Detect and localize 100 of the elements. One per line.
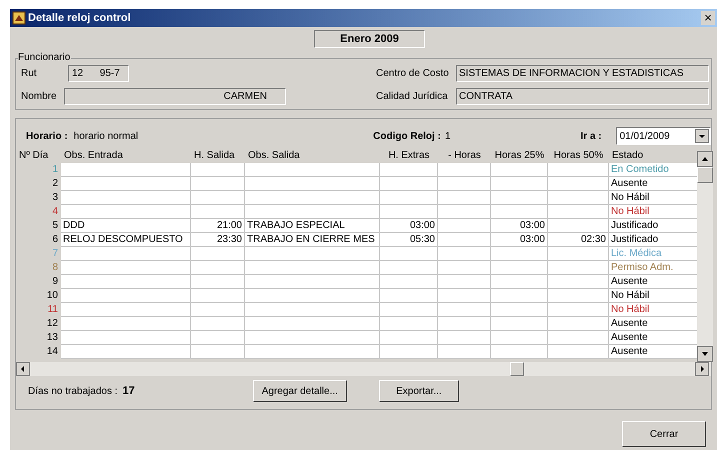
schedule-value: horario normal: [74, 130, 138, 144]
table-cell: [438, 247, 491, 261]
table-cell: 23:30: [191, 233, 245, 247]
period-label: Enero 2009: [314, 30, 425, 48]
window-title: Detalle reloj control: [28, 10, 131, 26]
table-cell: [380, 289, 438, 303]
rut-field: 12 95-7: [68, 65, 129, 82]
table-cell: 03:00: [491, 219, 548, 233]
table-cell: [380, 317, 438, 331]
table-cell: [438, 163, 491, 177]
scroll-right-icon[interactable]: [695, 362, 709, 376]
table-cell: [191, 331, 245, 345]
table-cell: [491, 247, 548, 261]
days-not-worked-value: 17: [122, 384, 135, 399]
table-cell: [380, 345, 438, 359]
table-cell: [191, 275, 245, 289]
table-cell: [548, 331, 609, 345]
column-header[interactable]: Horas 25%: [491, 148, 548, 162]
column-header[interactable]: Horas 50%: [548, 148, 609, 162]
table-cell: 05:30: [380, 233, 438, 247]
table-cell: [438, 317, 491, 331]
table-cell: [491, 261, 548, 275]
table-cell: [438, 205, 491, 219]
table-cell: [380, 247, 438, 261]
column-header[interactable]: H. Salida: [191, 148, 245, 162]
table-cell: [191, 345, 245, 359]
horizontal-scrollbar[interactable]: [16, 362, 711, 376]
days-not-worked-label: Días no trabajados :: [28, 384, 118, 398]
table-cell: [438, 275, 491, 289]
table-cell: [438, 191, 491, 205]
action-button[interactable]: Exportar...: [378, 380, 459, 402]
table-cell: [438, 345, 491, 359]
table-cell: Ausente: [609, 345, 697, 359]
table-cell: [491, 331, 548, 345]
table-cell: [438, 303, 491, 317]
table-cell: [491, 303, 548, 317]
field-label: Calidad Jurídica: [376, 90, 449, 104]
table-cell: [548, 317, 609, 331]
column-header[interactable]: Estado: [609, 148, 697, 162]
column-header[interactable]: Obs. Salida: [245, 148, 380, 162]
field-label: Rut: [20, 67, 38, 81]
column-header[interactable]: Obs. Entrada: [61, 148, 191, 162]
table-cell: [380, 205, 438, 219]
table-cell: [548, 163, 609, 177]
table-cell: [191, 247, 245, 261]
table-cell: [491, 345, 548, 359]
clock-code-label: Codigo Reloj :: [373, 130, 441, 144]
table-cell: [438, 219, 491, 233]
scroll-down-icon[interactable]: [697, 346, 713, 362]
table-cell: [548, 275, 609, 289]
table-cell: [491, 163, 548, 177]
table-cell: [548, 261, 609, 275]
table-cell: [380, 177, 438, 191]
table-cell: Ausente: [609, 275, 697, 289]
scroll-up-icon[interactable]: [697, 151, 713, 167]
table-cell: [191, 177, 245, 191]
go-to-label: Ir a :: [580, 130, 602, 144]
column-header[interactable]: - Horas: [438, 148, 491, 162]
table-cell: [438, 331, 491, 345]
table-cell: TRABAJO EN CIERRE MES: [245, 233, 380, 247]
table-cell: [491, 191, 548, 205]
close-button[interactable]: ×: [701, 11, 715, 25]
table-cell: Permiso Adm.: [609, 261, 697, 275]
table-cell: [548, 219, 609, 233]
close-dialog-button[interactable]: Cerrar: [622, 421, 706, 447]
name-field: CARMEN: [64, 88, 286, 105]
table-cell: [380, 261, 438, 275]
table-cell: 03:00: [491, 233, 548, 247]
table-cell: Ausente: [609, 317, 697, 331]
column-header[interactable]: H. Extras: [380, 148, 438, 162]
action-button[interactable]: Agregar detalle...: [252, 380, 347, 402]
date-dropdown[interactable]: 01/01/2009: [616, 127, 711, 145]
table-cell: [491, 289, 548, 303]
scroll-thumb[interactable]: [510, 362, 524, 376]
table-cell: [438, 261, 491, 275]
table-cell: Ausente: [609, 177, 697, 191]
legal-status-field: CONTRATA: [456, 88, 709, 105]
table-cell: [191, 163, 245, 177]
table-cell: DDD: [61, 219, 191, 233]
table-cell: TRABAJO ESPECIAL: [245, 219, 380, 233]
table-cell: [491, 177, 548, 191]
table-cell: No Hábil: [609, 191, 697, 205]
table-cell: [191, 261, 245, 275]
table-cell: No Hábil: [609, 289, 697, 303]
vertical-scrollbar[interactable]: [697, 151, 713, 362]
table-cell: No Hábil: [609, 205, 697, 219]
scroll-left-icon[interactable]: [16, 362, 30, 376]
table-cell: [548, 289, 609, 303]
table-cell: [548, 177, 609, 191]
table-cell: [548, 303, 609, 317]
table-cell: [380, 275, 438, 289]
scroll-thumb[interactable]: [697, 167, 713, 183]
table-cell: [191, 205, 245, 219]
table-cell: En Cometido: [609, 163, 697, 177]
table-cell: RELOJ DESCOMPUESTO: [61, 233, 191, 247]
clock-code-value: 1: [444, 130, 450, 144]
table-cell: [491, 275, 548, 289]
column-header[interactable]: Nº Día: [16, 148, 61, 162]
table-cell: 02:30: [548, 233, 609, 247]
schedule-label: Horario :: [25, 130, 68, 144]
